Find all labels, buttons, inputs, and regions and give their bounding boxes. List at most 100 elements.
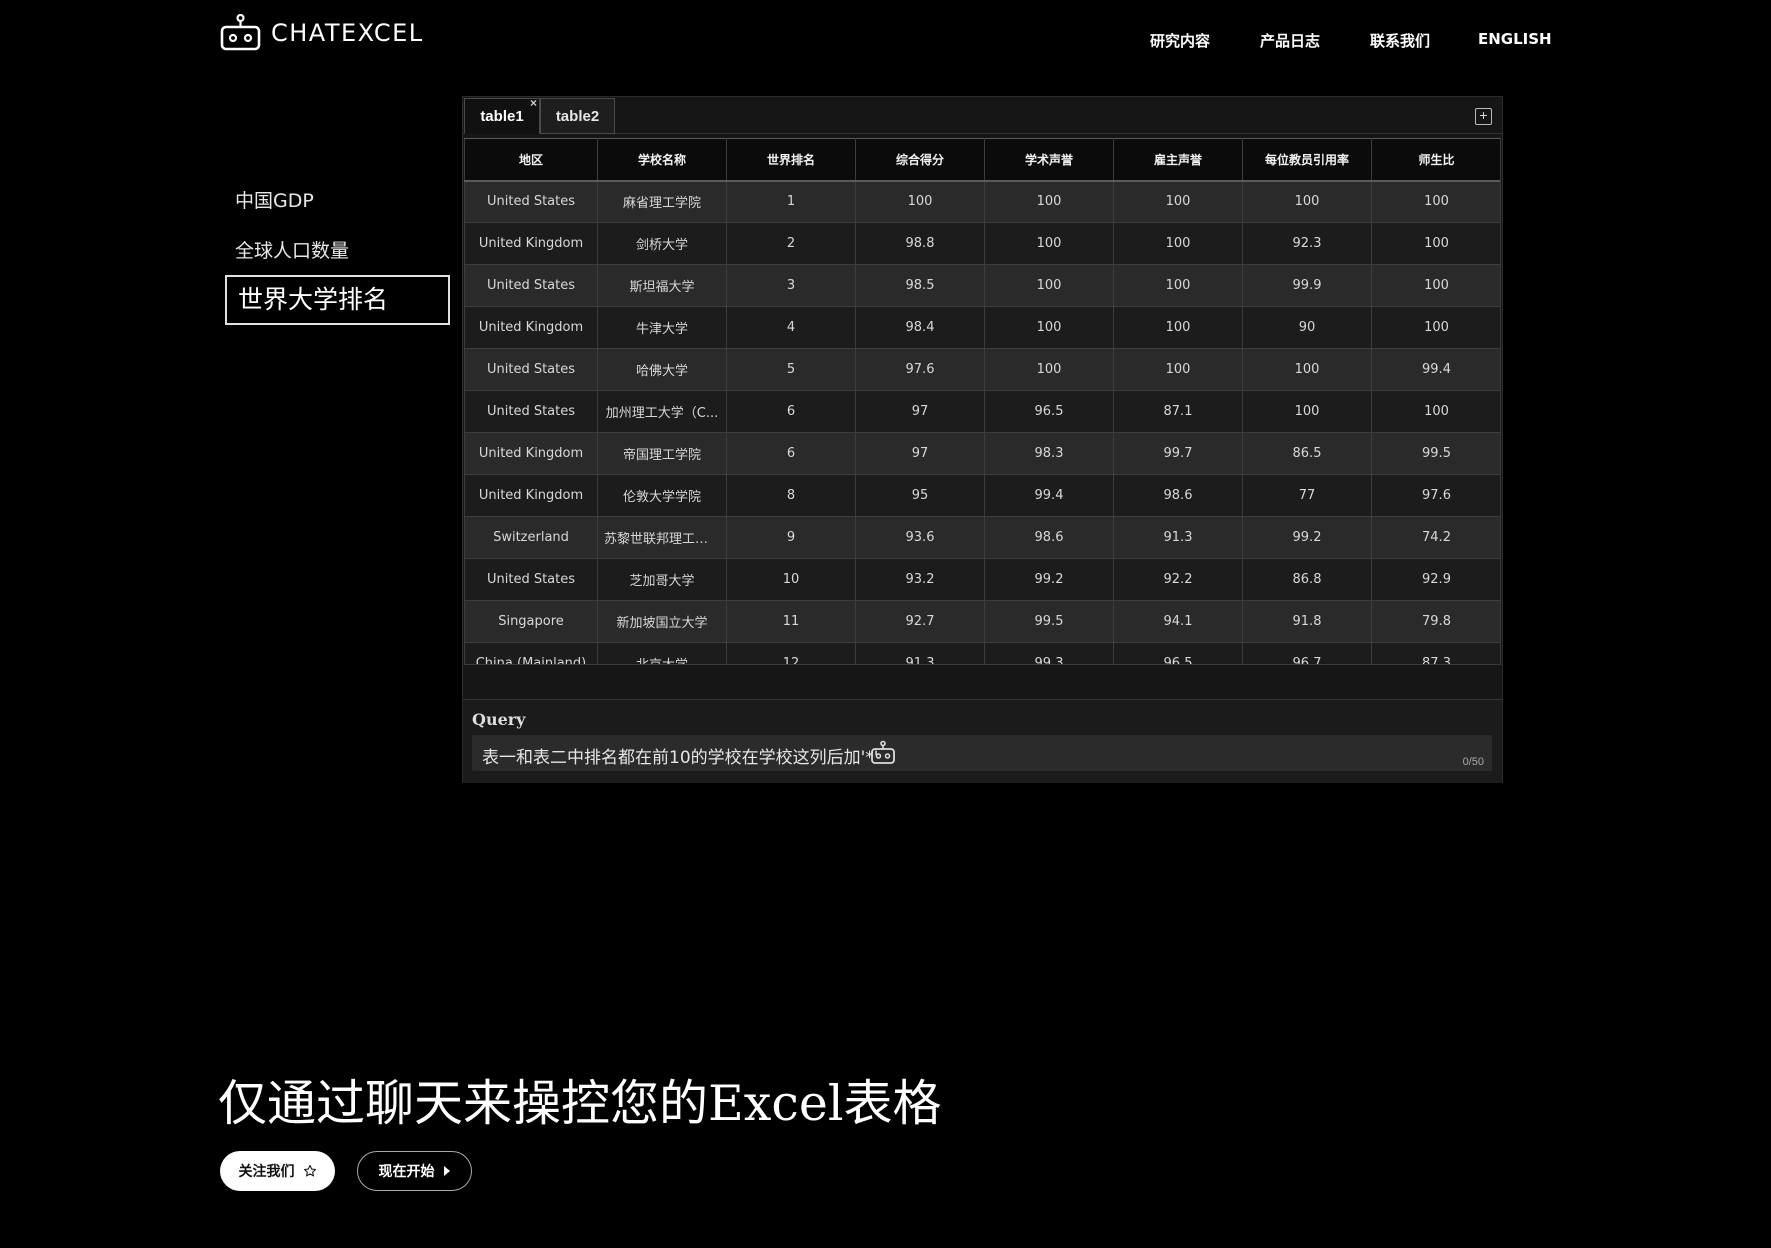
- table-cell[interactable]: 麻省理工学院: [597, 180, 727, 223]
- table-cell[interactable]: 伦敦大学学院: [597, 474, 727, 517]
- table-row[interactable]: China (Mainland)北京大学1291.399.396.596.787…: [464, 642, 1500, 664]
- table-cell[interactable]: 98.4: [855, 306, 985, 349]
- table-cell[interactable]: 92.3: [1242, 222, 1372, 265]
- table-cell[interactable]: 93.2: [855, 558, 985, 601]
- table-cell[interactable]: 1: [726, 180, 856, 223]
- table-row[interactable]: United States 哈佛大学 5 97.6 100 100 100 99.4: [464, 348, 1500, 391]
- table-cell[interactable]: 87.1: [1113, 390, 1243, 433]
- table-cell[interactable]: United Kingdom: [464, 222, 598, 265]
- table-cell[interactable]: 99.2: [1242, 516, 1372, 559]
- table-cell[interactable]: 100: [984, 306, 1114, 349]
- table-cell[interactable]: 91.8: [1242, 600, 1372, 643]
- table-cell[interactable]: 99.7: [1113, 432, 1243, 475]
- table-cell[interactable]: 96.7: [1242, 642, 1372, 664]
- table-cell[interactable]: 74.2: [1371, 516, 1500, 559]
- table-cell[interactable]: 12: [726, 642, 856, 664]
- table-cell[interactable]: 99.9: [1242, 264, 1372, 307]
- table-cell[interactable]: 99.4: [984, 474, 1114, 517]
- table-cell[interactable]: 10: [726, 558, 856, 601]
- table-row[interactable]: United Kingdom 牛津大学 4 98.4 100 100 90 100: [464, 306, 1500, 349]
- table-cell[interactable]: United States: [464, 264, 598, 307]
- table-cell[interactable]: 86.8: [1242, 558, 1372, 601]
- table-cell[interactable]: 98.6: [1113, 474, 1243, 517]
- table-cell[interactable]: 92.2: [1113, 558, 1243, 601]
- table-cell[interactable]: 100: [1113, 306, 1243, 349]
- table-cell[interactable]: 97.6: [1371, 474, 1500, 517]
- table-cell[interactable]: 芝加哥大学: [597, 558, 727, 601]
- nav-changelog[interactable]: 产品日志: [1260, 30, 1320, 51]
- table-cell[interactable]: 100: [1371, 222, 1500, 265]
- column-header[interactable]: 地区: [464, 138, 598, 182]
- table-cell[interactable]: China (Mainland): [464, 642, 598, 664]
- table-cell[interactable]: 3: [726, 264, 856, 307]
- table-row[interactable]: United States 芝加哥大学 10 93.2 99.2 92.2 86.8 92.9: [464, 558, 1500, 601]
- table-cell[interactable]: 99.5: [984, 600, 1114, 643]
- table-cell[interactable]: 94.1: [1113, 600, 1243, 643]
- table-cell[interactable]: 100: [1242, 180, 1372, 223]
- table-cell[interactable]: 99.4: [1371, 348, 1500, 391]
- column-header[interactable]: 学校名称: [597, 138, 727, 182]
- table-cell[interactable]: United Kingdom: [464, 432, 598, 475]
- table-cell[interactable]: 100: [1242, 390, 1372, 433]
- table-cell[interactable]: 2: [726, 222, 856, 265]
- sidebar-item-university-ranking[interactable]: 世界大学排名: [225, 275, 450, 325]
- table-row[interactable]: United Kingdom 剑桥大学 2 98.8 100 100 92.3 100: [464, 222, 1500, 265]
- table-cell[interactable]: 90: [1242, 306, 1372, 349]
- table-cell[interactable]: 6: [726, 390, 856, 433]
- table-cell[interactable]: 新加坡国立大学: [597, 600, 727, 643]
- table-cell[interactable]: United States: [464, 348, 598, 391]
- table-row[interactable]: Switzerland 苏黎世联邦理工大... 9 93.6 98.6 91.3 99.2 7…: [464, 516, 1500, 559]
- column-header[interactable]: 学术声誉: [984, 138, 1114, 182]
- table-cell[interactable]: 98.5: [855, 264, 985, 307]
- table-cell[interactable]: 86.5: [1242, 432, 1372, 475]
- column-header[interactable]: 每位教员引用率: [1242, 138, 1372, 182]
- table-cell[interactable]: 87.3: [1371, 642, 1500, 664]
- table-cell[interactable]: United States: [464, 180, 598, 223]
- table-cell[interactable]: 100: [1113, 348, 1243, 391]
- table-cell[interactable]: 99.2: [984, 558, 1114, 601]
- table-cell[interactable]: 100: [855, 180, 985, 223]
- table-cell[interactable]: 96.5: [984, 390, 1114, 433]
- sidebar-item-world-population[interactable]: 全球人口数量: [235, 236, 349, 263]
- table-cell[interactable]: 100: [1371, 264, 1500, 307]
- table-cell[interactable]: 77: [1242, 474, 1372, 517]
- column-header[interactable]: 雇主声誉: [1113, 138, 1243, 182]
- nav-english[interactable]: ENGLISH: [1478, 30, 1552, 48]
- table-cell[interactable]: 97: [855, 432, 985, 475]
- table-cell[interactable]: 100: [1113, 264, 1243, 307]
- close-icon[interactable]: ×: [530, 97, 537, 109]
- table-cell[interactable]: 100: [1113, 180, 1243, 223]
- table-row[interactable]: United Kingdom 伦敦大学学院 8 95 99.4 98.6 77 97.6: [464, 474, 1500, 517]
- nav-research[interactable]: 研究内容: [1150, 30, 1210, 51]
- table-cell[interactable]: United States: [464, 390, 598, 433]
- table-cell[interactable]: 哈佛大学: [597, 348, 727, 391]
- table-cell[interactable]: 99.5: [1371, 432, 1500, 475]
- table-cell[interactable]: 100: [1371, 390, 1500, 433]
- table-row[interactable]: United States 加州理工大学（C... 6 97 96.5 87.1 100 10…: [464, 390, 1500, 433]
- column-header[interactable]: 师生比: [1371, 138, 1500, 182]
- table-cell[interactable]: 剑桥大学: [597, 222, 727, 265]
- table-cell[interactable]: 97.6: [855, 348, 985, 391]
- table-cell[interactable]: 北京大学: [597, 642, 727, 664]
- table-cell[interactable]: 96.5: [1113, 642, 1243, 664]
- table-row[interactable]: United States 斯坦福大学 3 98.5 100 100 99.9 100: [464, 264, 1500, 307]
- table-cell[interactable]: 92.7: [855, 600, 985, 643]
- table-cell[interactable]: 91.3: [855, 642, 985, 664]
- table-row[interactable]: United Kingdom 帝国理工学院 6 97 98.3 99.7 86.5 99.5: [464, 432, 1500, 475]
- tab-table1[interactable]: table1 ×: [464, 97, 540, 134]
- start-button[interactable]: 现在开始: [357, 1151, 472, 1191]
- table-cell[interactable]: 100: [1242, 348, 1372, 391]
- table-cell[interactable]: 98.6: [984, 516, 1114, 559]
- table-cell[interactable]: 100: [1371, 180, 1500, 223]
- tab-table2[interactable]: table2: [540, 98, 615, 134]
- add-sheet-icon[interactable]: +: [1475, 108, 1492, 125]
- table-cell[interactable]: United States: [464, 558, 598, 601]
- table-cell[interactable]: 8: [726, 474, 856, 517]
- table-cell[interactable]: 100: [984, 180, 1114, 223]
- table-cell[interactable]: 100: [1113, 222, 1243, 265]
- table-cell[interactable]: Switzerland: [464, 516, 598, 559]
- sidebar-item-china-gdp[interactable]: 中国GDP: [235, 186, 314, 213]
- table-cell[interactable]: 100: [984, 348, 1114, 391]
- table-cell[interactable]: United Kingdom: [464, 306, 598, 349]
- column-header[interactable]: 世界排名: [726, 138, 856, 182]
